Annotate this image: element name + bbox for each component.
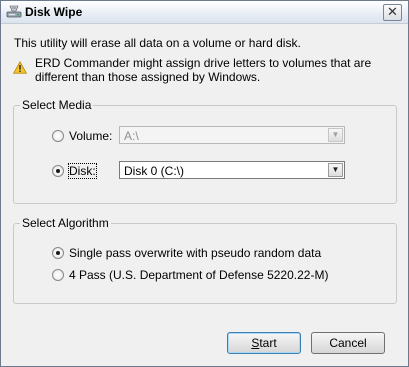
window-title: Disk Wipe (25, 5, 83, 19)
select-algorithm-group: Select Algorithm (13, 216, 397, 304)
warning-text: ERD Commander might assign drive letters… (35, 56, 375, 84)
volume-label: Volume: (69, 129, 113, 143)
cancel-label: Cancel (329, 336, 367, 350)
disk-option[interactable]: Disk: (52, 163, 97, 179)
disk-dropdown[interactable]: Disk 0 (C:\) ▼ (119, 161, 345, 179)
disk-value: Disk 0 (C:\) (124, 164, 184, 178)
start-button[interactable]: Start (227, 332, 301, 354)
algorithm-option-4-pass[interactable]: 4 Pass (U.S. Department of Defense 5220.… (52, 268, 328, 282)
title-bar[interactable]: Disk Wipe ✕ (1, 1, 408, 24)
cancel-button[interactable]: Cancel (311, 332, 385, 354)
select-algorithm-legend: Select Algorithm (22, 216, 109, 230)
four-pass-radio[interactable] (52, 269, 64, 281)
volume-dropdown[interactable]: A:\ ▼ (119, 126, 345, 144)
volume-value: A:\ (124, 129, 139, 143)
dialog-body: This utility will erase all data on a vo… (1, 24, 408, 366)
chevron-down-icon[interactable]: ▼ (328, 128, 343, 142)
close-button[interactable]: ✕ (383, 4, 402, 21)
warning-line-1: ERD Commander might assign drive letters… (35, 56, 372, 70)
chevron-down-icon[interactable]: ▼ (328, 163, 343, 177)
disk-label: Disk: (68, 163, 97, 179)
single-pass-label: Single pass overwrite with pseudo random… (69, 246, 322, 260)
disk-wipe-dialog: Disk Wipe ✕ This utility will erase all … (0, 0, 409, 367)
intro-text: This utility will erase all data on a vo… (14, 36, 301, 50)
select-media-legend: Select Media (22, 98, 92, 112)
start-label: tart (259, 336, 277, 350)
close-icon: ✕ (387, 4, 398, 19)
warning-icon (13, 61, 27, 74)
volume-option[interactable]: Volume: (52, 129, 112, 143)
disk-radio[interactable] (52, 165, 64, 177)
disk-wipe-icon (6, 5, 22, 18)
volume-radio[interactable] (52, 130, 64, 142)
four-pass-label: 4 Pass (U.S. Department of Defense 5220.… (69, 268, 329, 282)
single-pass-radio[interactable] (52, 247, 64, 259)
algorithm-option-single-pass[interactable]: Single pass overwrite with pseudo random… (52, 246, 321, 260)
select-media-group: Select Media (13, 98, 397, 204)
warning-line-2: different than those assigned by Windows… (35, 70, 261, 84)
